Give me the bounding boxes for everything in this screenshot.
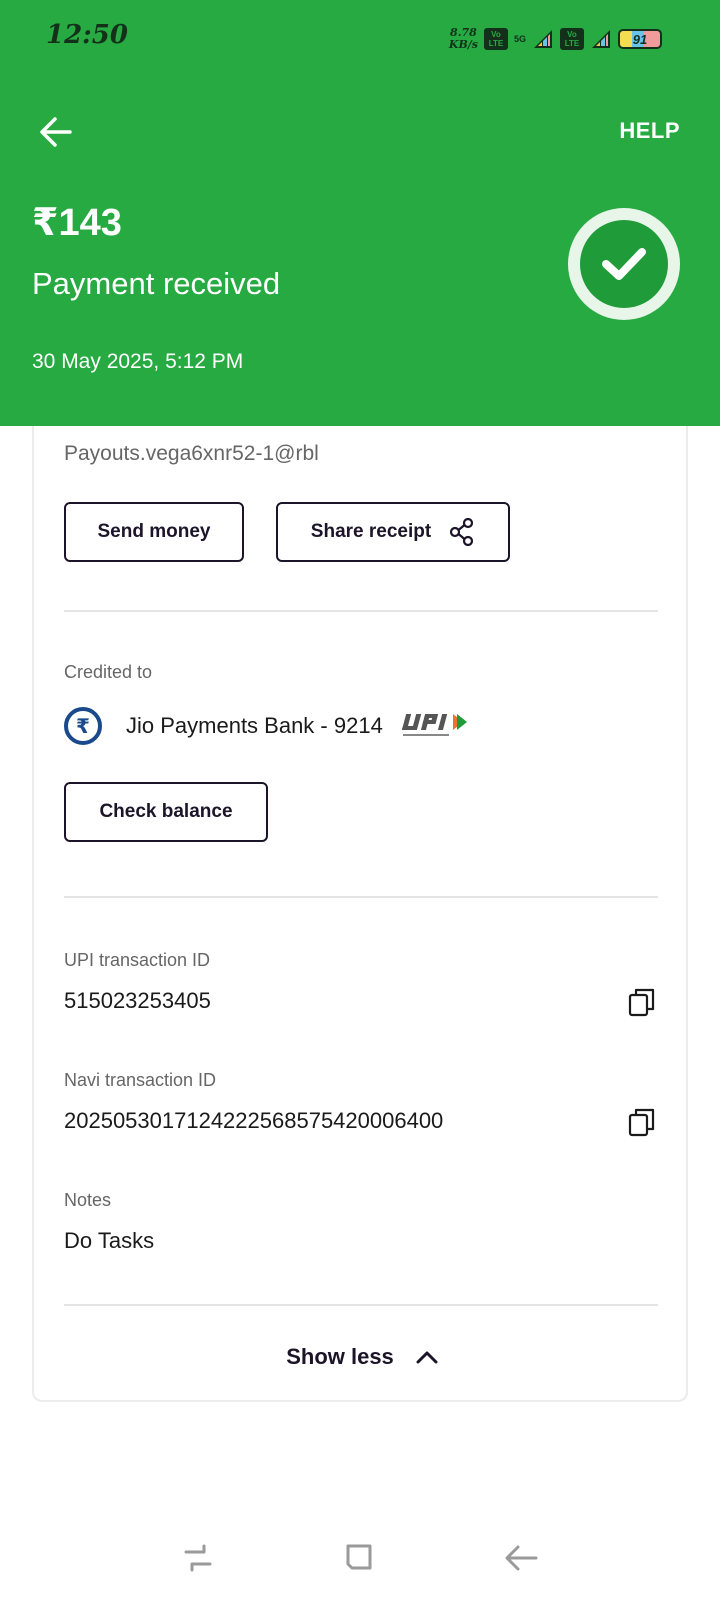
- bank-account-name: Jio Payments Bank - 9214: [126, 713, 383, 738]
- recents-menu-icon[interactable]: [178, 1538, 218, 1578]
- help-button[interactable]: HELP: [619, 118, 680, 144]
- home-square-icon[interactable]: [340, 1538, 380, 1578]
- send-money-button[interactable]: Send money: [64, 502, 244, 562]
- upi-logo-icon: [401, 714, 467, 736]
- divider: [64, 1304, 658, 1306]
- navi-txn-id: 2025053017124222568575420006400: [64, 1108, 444, 1133]
- show-less-label: Show less: [286, 1344, 394, 1369]
- check-icon: [602, 248, 646, 280]
- copy-upi-txn-icon[interactable]: [626, 986, 658, 1018]
- show-less-button[interactable]: Show less: [34, 1344, 690, 1370]
- success-badge: [568, 208, 680, 320]
- copy-navi-txn-icon[interactable]: [626, 1106, 658, 1138]
- notes-value: Do Tasks: [64, 1228, 155, 1253]
- upi-txn-label: UPI transaction ID: [64, 950, 211, 970]
- check-circle-icon: [580, 220, 668, 308]
- chevron-up-icon: [416, 1351, 438, 1364]
- signal-icon-2: [592, 30, 610, 48]
- payment-amount: ₹143: [32, 202, 122, 244]
- volte-icon: Vo LTE: [483, 28, 508, 50]
- share-receipt-button[interactable]: Share receipt: [276, 502, 510, 562]
- divider: [64, 896, 658, 898]
- credited-to-label: Credited to: [64, 662, 153, 682]
- send-money-label: Send money: [97, 521, 211, 542]
- volte-icon-2: Vo LTE: [560, 28, 584, 50]
- status-time: 12:50: [46, 20, 128, 50]
- transaction-details-card: Payouts.vega6xnr52-1@rbl Send money Shar…: [32, 426, 688, 1402]
- check-balance-button[interactable]: Check balance: [64, 782, 268, 842]
- back-arrow-nav-icon[interactable]: [502, 1538, 542, 1578]
- rupee-bank-icon: ₹: [64, 707, 102, 745]
- payment-header: 12:50 8.78 KB/s Vo LTE 5G Vo LTE 91 HELP…: [0, 0, 720, 426]
- back-button[interactable]: [36, 112, 76, 152]
- upi-txn-id: 515023253405: [64, 988, 211, 1013]
- check-balance-label: Check balance: [99, 801, 233, 822]
- status-icons: 8.78 KB/s Vo LTE 5G Vo LTE 91: [449, 26, 662, 52]
- payment-datetime: 30 May 2025, 5:12 PM: [32, 350, 244, 373]
- arrow-left-icon: [40, 117, 72, 147]
- notes-label: Notes: [64, 1190, 112, 1210]
- network-type: 5G: [513, 33, 526, 44]
- battery-indicator: 91: [618, 29, 662, 49]
- payment-status: Payment received: [32, 266, 281, 301]
- divider: [64, 610, 658, 612]
- sender-upi-id: Payouts.vega6xnr52-1@rbl: [64, 442, 319, 465]
- signal-icon: [534, 30, 552, 48]
- credited-bank-row: ₹ Jio Payments Bank - 9214: [64, 706, 469, 746]
- share-receipt-label: Share receipt: [310, 521, 432, 542]
- share-icon: [450, 518, 474, 546]
- network-speed: 8.78 KB/s: [448, 26, 478, 51]
- navi-txn-label: Navi transaction ID: [64, 1070, 217, 1090]
- system-nav-bar: [0, 1500, 720, 1600]
